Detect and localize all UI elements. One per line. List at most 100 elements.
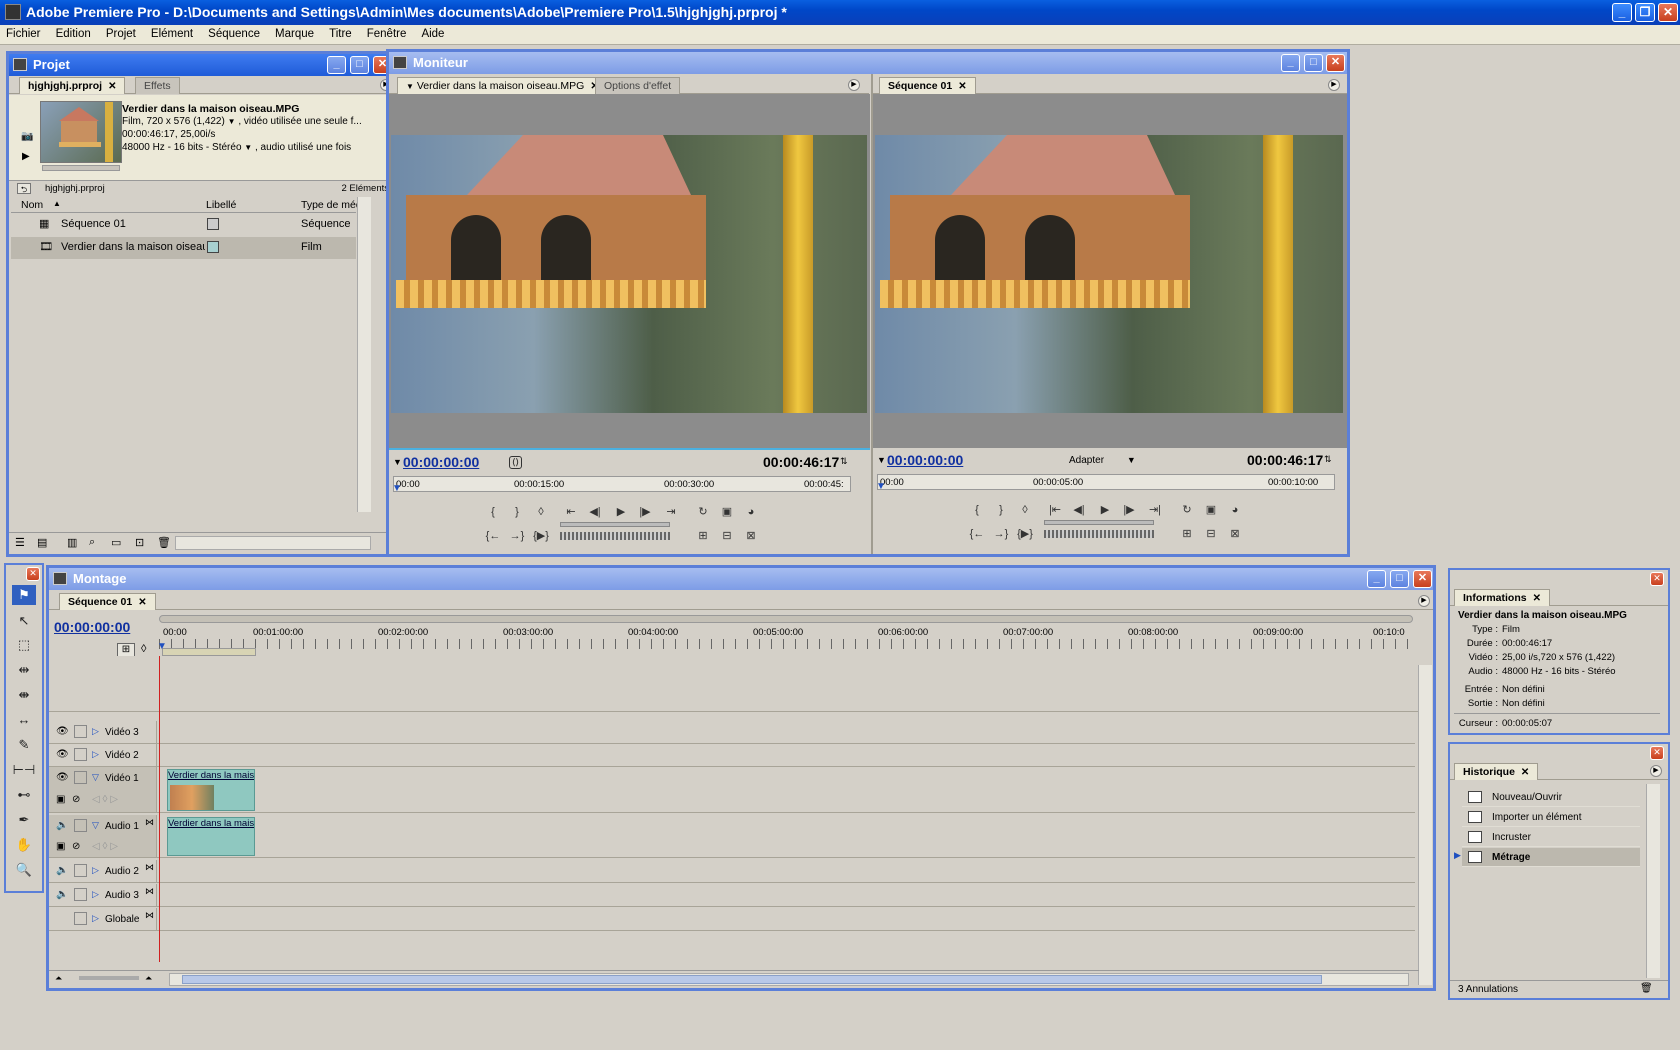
- track-master[interactable]: ▷ Globale ⋈: [49, 908, 1415, 931]
- timeline-vertical-scrollbar[interactable]: [1418, 665, 1432, 985]
- jog-wheel[interactable]: [1044, 530, 1154, 538]
- info-close-button[interactable]: ✕: [1650, 572, 1664, 586]
- zoom-bar[interactable]: [159, 615, 1413, 623]
- playhead-icon[interactable]: ▼: [157, 641, 167, 652]
- keyframe-toggle-icon[interactable]: ⊘: [72, 841, 80, 852]
- goto-next-marker-icon[interactable]: →}: [992, 526, 1010, 542]
- zoom-tool-icon[interactable]: 🔍: [12, 860, 36, 880]
- ripple-edit-tool-icon[interactable]: ⇹: [12, 660, 36, 680]
- expand-arrow-icon[interactable]: ▷: [92, 726, 99, 737]
- play-in-out-icon[interactable]: {▶}: [532, 528, 550, 544]
- lock-toggle[interactable]: [74, 819, 87, 832]
- program-video-frame[interactable]: [875, 135, 1343, 413]
- play-icon[interactable]: ▶: [1096, 502, 1114, 518]
- menu-edition[interactable]: Edition: [50, 25, 97, 43]
- menu-projet[interactable]: Projet: [100, 25, 142, 43]
- collapse-arrow-icon[interactable]: ▽: [92, 820, 99, 831]
- loop-icon[interactable]: ↻: [694, 504, 712, 520]
- step-forward-icon[interactable]: |▶: [1120, 502, 1138, 518]
- timeline-maximize-button[interactable]: □: [1390, 570, 1409, 588]
- tab-close-icon[interactable]: ✕: [108, 81, 116, 92]
- slide-tool-icon[interactable]: ⊷: [12, 785, 36, 805]
- thumbnail-scrubber[interactable]: [42, 165, 120, 171]
- scroll-thumb[interactable]: [182, 975, 1322, 984]
- play-in-out-icon[interactable]: {▶}: [1016, 526, 1034, 542]
- tab-historique[interactable]: Historique ✕: [1454, 763, 1539, 780]
- speaker-icon[interactable]: 🔈: [56, 889, 68, 900]
- lock-toggle[interactable]: [74, 771, 87, 784]
- eye-icon[interactable]: 👁: [56, 726, 69, 737]
- tools-close-button[interactable]: ✕: [26, 567, 40, 581]
- safe-margins-toggle-icon[interactable]: ▣: [718, 504, 736, 520]
- playhead-icon[interactable]: ▼: [392, 483, 402, 494]
- source-video-frame[interactable]: [391, 135, 867, 413]
- zoom-slider[interactable]: [79, 976, 139, 980]
- col-type[interactable]: Type de méd: [301, 199, 362, 211]
- list-view-icon[interactable]: ☰: [15, 536, 25, 549]
- play-icon[interactable]: ▶: [612, 504, 630, 520]
- label-swatch[interactable]: [207, 241, 219, 253]
- output-icon[interactable]: ◕: [742, 504, 760, 520]
- speaker-icon[interactable]: 🔈: [56, 865, 68, 876]
- shuttle-slider[interactable]: [560, 522, 670, 527]
- source-timecode[interactable]: 00:00:00:00: [403, 454, 479, 470]
- work-area-bar[interactable]: [162, 648, 256, 656]
- duration-toggle-icon[interactable]: ⇅: [1324, 454, 1332, 465]
- camera-icon[interactable]: 📷: [21, 131, 33, 142]
- step-back-icon[interactable]: ◀|: [1070, 502, 1088, 518]
- expand-arrow-icon[interactable]: ▷: [92, 865, 99, 876]
- mark-in-icon[interactable]: {: [968, 502, 986, 518]
- goto-next-marker-icon[interactable]: →}: [508, 528, 526, 544]
- tab-close-icon[interactable]: ✕: [958, 81, 966, 92]
- keyframe-nav-icon[interactable]: ◁ ◊ ▷: [92, 794, 118, 805]
- expand-arrow-icon[interactable]: ▷: [92, 913, 99, 924]
- program-time-ruler[interactable]: 00:00 00:00:05:00 00:00:10:00 ▼: [876, 474, 1335, 492]
- panel-menu-icon[interactable]: ▶: [848, 79, 860, 91]
- trash-icon[interactable]: 🗑: [1640, 983, 1653, 994]
- label-swatch[interactable]: [207, 218, 219, 230]
- monitor-minimize-button[interactable]: _: [1281, 54, 1300, 72]
- slip-tool-icon[interactable]: ⊢⊣: [12, 760, 36, 780]
- panel-menu-icon[interactable]: ▶: [1328, 79, 1340, 91]
- track-select-tool-icon[interactable]: ⬚: [12, 635, 36, 655]
- speaker-icon[interactable]: 🔈: [56, 820, 68, 831]
- timeline-close-button[interactable]: ✕: [1413, 570, 1432, 588]
- menu-fichier[interactable]: Fichier: [0, 25, 47, 43]
- track-video-2[interactable]: 👁 ▷ Vidéo 2: [49, 744, 1415, 767]
- bin-up-icon[interactable]: ⮌: [17, 183, 31, 194]
- hand-tool-icon[interactable]: ✋: [12, 835, 36, 855]
- tab-close-icon[interactable]: ✕: [1533, 593, 1541, 604]
- current-time-indicator[interactable]: [159, 656, 160, 962]
- list-item-selected[interactable]: 🎞 Verdier dans la maison oiseau.M Film: [11, 237, 356, 259]
- icon-view-icon[interactable]: ▤: [37, 536, 47, 549]
- restore-button[interactable]: ❐: [1635, 3, 1655, 22]
- rolling-edit-tool-icon[interactable]: ⇼: [12, 685, 36, 705]
- timeline-minimize-button[interactable]: _: [1367, 570, 1386, 588]
- history-item-current[interactable]: Métrage: [1462, 848, 1640, 867]
- history-scrollbar[interactable]: [1646, 784, 1660, 978]
- menu-fenetre[interactable]: Fenêtre: [361, 25, 413, 43]
- col-libelle[interactable]: Libellé: [206, 199, 236, 211]
- dropdown-arrow-icon[interactable]: ▼: [406, 82, 414, 91]
- selection-tool-icon[interactable]: ↖: [12, 611, 36, 631]
- history-item[interactable]: Nouveau/Ouvrir: [1462, 788, 1640, 807]
- tab-effets[interactable]: Effets: [135, 77, 180, 94]
- menu-element[interactable]: Elément: [145, 25, 199, 43]
- panel-menu-icon[interactable]: ▶: [1418, 595, 1430, 607]
- set-marker-icon[interactable]: ◊: [1016, 502, 1034, 518]
- step-forward-icon[interactable]: |▶: [636, 504, 654, 520]
- dropdown-arrow-icon[interactable]: ▼: [244, 143, 252, 152]
- expand-arrow-icon[interactable]: ▷: [92, 749, 99, 760]
- lock-toggle[interactable]: [74, 748, 87, 761]
- track-video-1[interactable]: 👁 ▽ Vidéo 1 ▣ ⊘ ◁ ◊ ▷ Verdier dans la ma…: [49, 767, 1415, 813]
- track-audio-1[interactable]: 🔈 ▽ Audio 1 ▣ ⊘ ◁ ◊ ▷ ⋈ Verdier dans la …: [49, 815, 1415, 858]
- goto-out-icon[interactable]: ⇥: [662, 504, 680, 520]
- minimize-button[interactable]: _: [1612, 3, 1632, 22]
- tab-options-effet[interactable]: Options d'effet: [595, 77, 681, 94]
- timeline-horizontal-scrollbar[interactable]: [169, 973, 1409, 986]
- pen-tool-icon[interactable]: ✒: [12, 810, 36, 830]
- zoom-out-icon[interactable]: ⏶: [55, 973, 62, 984]
- mark-in-icon[interactable]: {: [484, 504, 502, 520]
- safe-margins-toggle-icon[interactable]: ▣: [1202, 502, 1220, 518]
- project-minimize-button[interactable]: _: [327, 56, 346, 74]
